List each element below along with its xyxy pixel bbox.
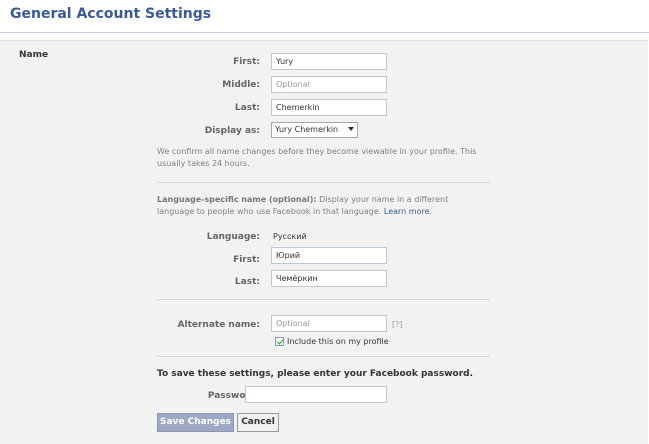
first-name-field[interactable]: Yury xyxy=(271,53,387,70)
last-name-label: Last: xyxy=(234,103,260,113)
name-section-label: Name xyxy=(19,50,49,60)
divider xyxy=(157,182,490,183)
password-label: Password: xyxy=(207,391,260,401)
language-desc-line2: language to people who use Facebook in t… xyxy=(157,207,382,216)
confirm-note: We confirm all name changes before they … xyxy=(157,147,477,168)
alternate-name-label: Alternate name: xyxy=(177,320,260,330)
chevron-down-icon xyxy=(348,127,354,131)
password-field[interactable] xyxy=(245,386,387,403)
display-as-value: Yury Chemerkin xyxy=(275,125,339,134)
alternate-name-field[interactable]: Optional xyxy=(271,315,387,332)
include-on-profile-label: Include this on my profile xyxy=(287,337,389,346)
cancel-button[interactable]: Cancel xyxy=(237,413,279,432)
learn-more-link[interactable]: Learn more. xyxy=(384,207,432,216)
display-as-label: Display as: xyxy=(204,126,260,136)
language-value: Русский xyxy=(273,232,307,241)
divider xyxy=(157,356,490,357)
language-first-field[interactable]: Юрий xyxy=(271,247,387,264)
language-last-field[interactable]: Чемёркин xyxy=(271,270,387,287)
alternate-name-help-link[interactable]: [?] xyxy=(392,320,403,329)
password-prompt: To save these settings, please enter you… xyxy=(157,369,474,379)
include-on-profile-checkbox[interactable] xyxy=(275,337,284,346)
last-name-field[interactable]: Chemerkin xyxy=(271,99,387,116)
save-changes-button[interactable]: Save Changes xyxy=(157,413,234,432)
divider xyxy=(157,299,490,300)
language-heading: Language-specific name (optional): xyxy=(157,195,317,204)
display-as-select[interactable]: Yury Chemerkin xyxy=(271,122,358,138)
language-label: Language: xyxy=(206,232,260,242)
language-desc-line1: Display your name in a different xyxy=(316,195,449,204)
page-title: General Account Settings xyxy=(10,6,212,22)
first-name-label: First: xyxy=(233,57,260,67)
language-first-label: First: xyxy=(233,255,260,265)
middle-name-field[interactable]: Optional xyxy=(271,76,387,93)
language-intro: Language-specific name (optional): Displ… xyxy=(157,194,497,218)
middle-name-label: Middle: xyxy=(222,80,260,90)
language-last-label: Last: xyxy=(234,277,260,287)
